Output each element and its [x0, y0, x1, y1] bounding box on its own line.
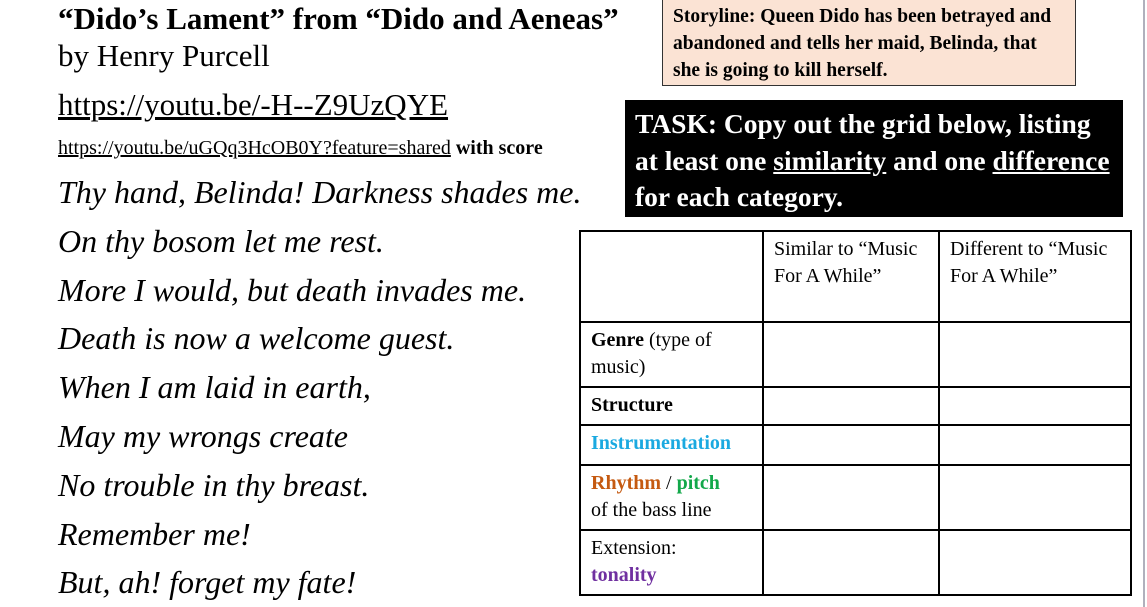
- bass-line-note: of the bass line: [591, 499, 712, 521]
- grid-cell-different[interactable]: [938, 464, 1132, 531]
- grid-cell-similar[interactable]: [762, 424, 940, 466]
- task-similarity: similarity: [773, 144, 887, 176]
- grid-cell-similar[interactable]: [762, 529, 940, 596]
- grid-label-structure: Structure: [579, 386, 764, 426]
- lyric-line: Thy hand, Belinda! Darkness shades me.: [58, 174, 582, 210]
- extension-prefix: Extension:: [591, 537, 677, 559]
- grid-cell-different[interactable]: [938, 529, 1132, 596]
- grid-row-instrumentation: Instrumentation: [579, 424, 1132, 466]
- grid-cell-different[interactable]: [938, 386, 1132, 426]
- structure-label: Structure: [591, 394, 673, 416]
- grid-row-structure: Structure: [579, 386, 1132, 426]
- task-box: TASK: Copy out the grid below, listing a…: [625, 100, 1123, 217]
- grid-label-genre: Genre (type of music): [579, 321, 764, 388]
- grid-header-row: Similar to “Music For A While” Different…: [579, 230, 1132, 323]
- grid-cell-similar[interactable]: [762, 386, 940, 426]
- lyric-line: When I am laid in earth,: [58, 369, 371, 406]
- grid-label-instrumentation: Instrumentation: [579, 424, 764, 466]
- task-text-2: and one: [886, 144, 993, 176]
- grid-cell-similar[interactable]: [762, 321, 940, 388]
- youtube-link-score[interactable]: https://youtu.be/uGQq3HcOB0Y?feature=sha…: [58, 137, 451, 159]
- grid-row-rhythm-pitch: Rhythm / pitch of the bass line: [579, 464, 1132, 531]
- instrumentation-label: Instrumentation: [591, 432, 732, 454]
- grid-label-extension: Extension: tonality: [579, 529, 764, 596]
- storyline-box: Storyline: Queen Dido has been betrayed …: [662, 0, 1076, 86]
- page-title: “Dido’s Lament” from “Dido and Aeneas”: [58, 1, 619, 36]
- grid-cell-similar[interactable]: [762, 464, 940, 531]
- grid-header-different: Different to “Music For A While”: [938, 230, 1132, 323]
- lyric-line: Remember me!: [58, 515, 251, 552]
- rhythm-label: Rhythm: [591, 472, 662, 494]
- right-edge-rule: [1143, 0, 1145, 607]
- lyric-line: Death is now a welcome guest.: [58, 320, 455, 357]
- grid-label-rhythm-pitch: Rhythm / pitch of the bass line: [579, 464, 764, 531]
- composer-subtitle: by Henry Purcell: [58, 38, 270, 73]
- genre-label: Genre: [591, 329, 644, 351]
- grid-cell-different[interactable]: [938, 424, 1132, 466]
- grid-header-similar: Similar to “Music For A While”: [762, 230, 940, 323]
- rhythm-pitch-separator: /: [661, 472, 677, 494]
- lyric-line: No trouble in thy breast.: [58, 466, 370, 503]
- task-text-3: for each category.: [635, 181, 843, 212]
- grid-row-extension: Extension: tonality: [579, 529, 1132, 596]
- lyric-line: On thy bosom let me rest.: [58, 222, 384, 259]
- lyric-line: More I would, but death invades me.: [58, 271, 527, 308]
- pitch-label: pitch: [676, 472, 720, 494]
- lyric-line: May my wrongs create: [58, 417, 348, 454]
- lyric-line: But, ah! forget my fate!: [58, 564, 357, 601]
- grid-cell-different[interactable]: [938, 321, 1132, 388]
- tonality-label: tonality: [591, 564, 657, 586]
- youtube-link-main[interactable]: https://youtu.be/-H--Z9UzQYE: [58, 86, 448, 124]
- comparison-grid: Similar to “Music For A While” Different…: [579, 230, 1132, 596]
- task-difference: difference: [992, 144, 1110, 176]
- lyrics-list: Thy hand, Belinda! Darkness shades me. O…: [58, 168, 581, 607]
- score-link-suffix: with score: [455, 137, 543, 159]
- grid-header-empty: [579, 230, 764, 323]
- score-link-row: https://youtu.be/uGQq3HcOB0Y?feature=sha…: [58, 135, 543, 161]
- grid-row-genre: Genre (type of music): [579, 321, 1132, 388]
